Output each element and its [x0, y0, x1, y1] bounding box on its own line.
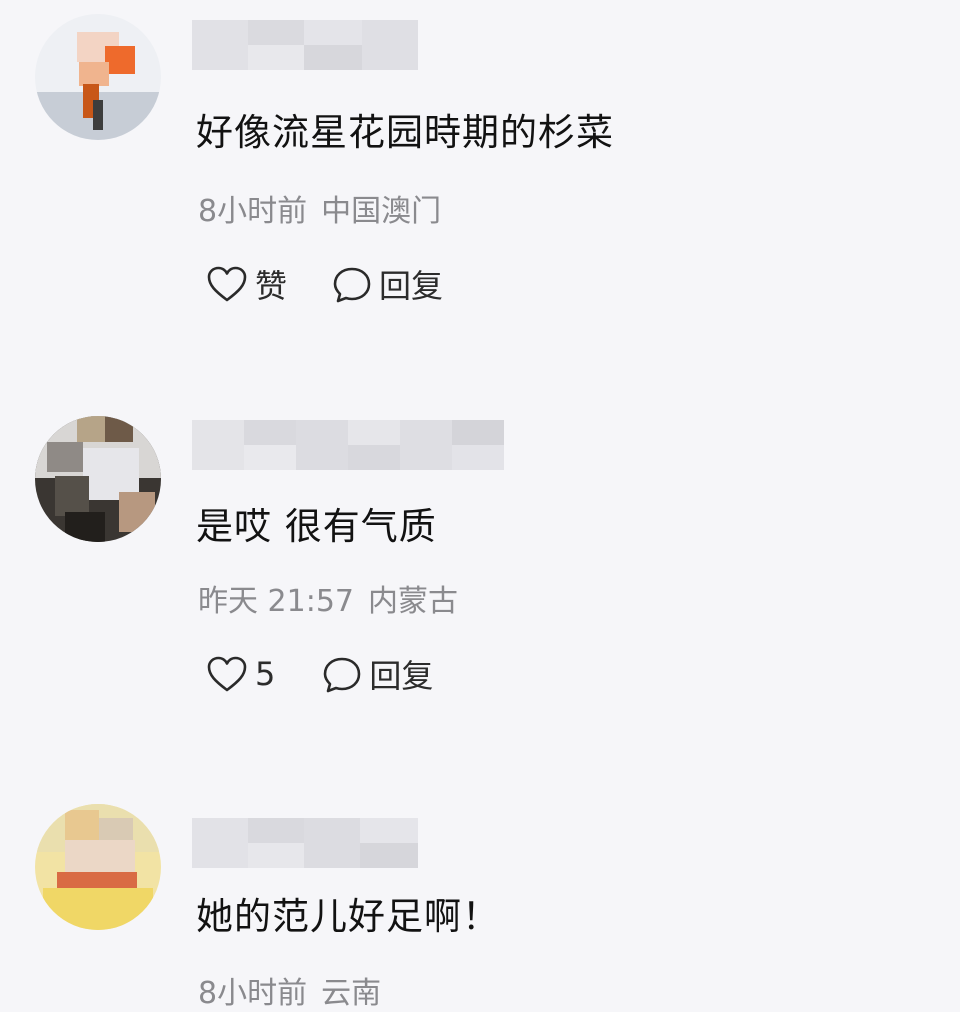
avatar[interactable] — [35, 804, 161, 930]
reply-label: 回复 — [379, 267, 444, 305]
comment-time: 8小时前 — [198, 976, 308, 1011]
comment-location: 内蒙古 — [368, 584, 458, 619]
comment-text: 好像流星花园時期的杉菜 — [196, 111, 614, 154]
comment-time: 昨天 21:57 — [198, 584, 354, 619]
username-blurred[interactable] — [192, 818, 418, 868]
comment-text: 是哎 很有气质 — [196, 505, 437, 548]
comment-actions: 赞 回复 — [205, 262, 443, 306]
username-blurred[interactable] — [192, 420, 504, 470]
comment-time: 8小时前 — [198, 194, 308, 229]
comment-meta: 8小时前 云南 — [198, 968, 381, 1012]
avatar[interactable] — [35, 14, 161, 140]
reply-button[interactable]: 回复 — [321, 651, 433, 697]
speech-bubble-outline-icon — [321, 654, 363, 694]
speech-bubble-outline-icon — [331, 264, 373, 304]
like-button[interactable]: 赞 — [205, 261, 287, 307]
like-button[interactable]: 5 — [205, 654, 275, 694]
avatar[interactable] — [35, 416, 161, 542]
comment-location: 云南 — [321, 976, 382, 1011]
reply-label: 回复 — [369, 657, 434, 695]
username-blurred[interactable] — [192, 20, 418, 70]
comment-meta: 昨天 21:57 内蒙古 — [198, 576, 458, 620]
comment-item: 是哎 很有气质 昨天 21:57 内蒙古 5 回复 — [0, 400, 960, 740]
reply-button[interactable]: 回复 — [331, 261, 443, 307]
comment-actions: 5 回复 — [205, 652, 433, 696]
heart-outline-icon — [205, 264, 249, 304]
comment-item: 好像流星花园時期的杉菜 8小时前 中国澳门 赞 回复 — [0, 0, 960, 340]
comment-meta: 8小时前 中国澳门 — [198, 186, 441, 230]
comment-location: 中国澳门 — [321, 194, 442, 229]
comment-text: 她的范儿好足啊！ — [196, 895, 500, 938]
like-label: 赞 — [255, 267, 288, 305]
heart-outline-icon — [205, 654, 249, 694]
comment-item: 她的范儿好足啊！ 8小时前 云南 — [0, 800, 960, 1011]
like-count: 5 — [255, 655, 276, 693]
